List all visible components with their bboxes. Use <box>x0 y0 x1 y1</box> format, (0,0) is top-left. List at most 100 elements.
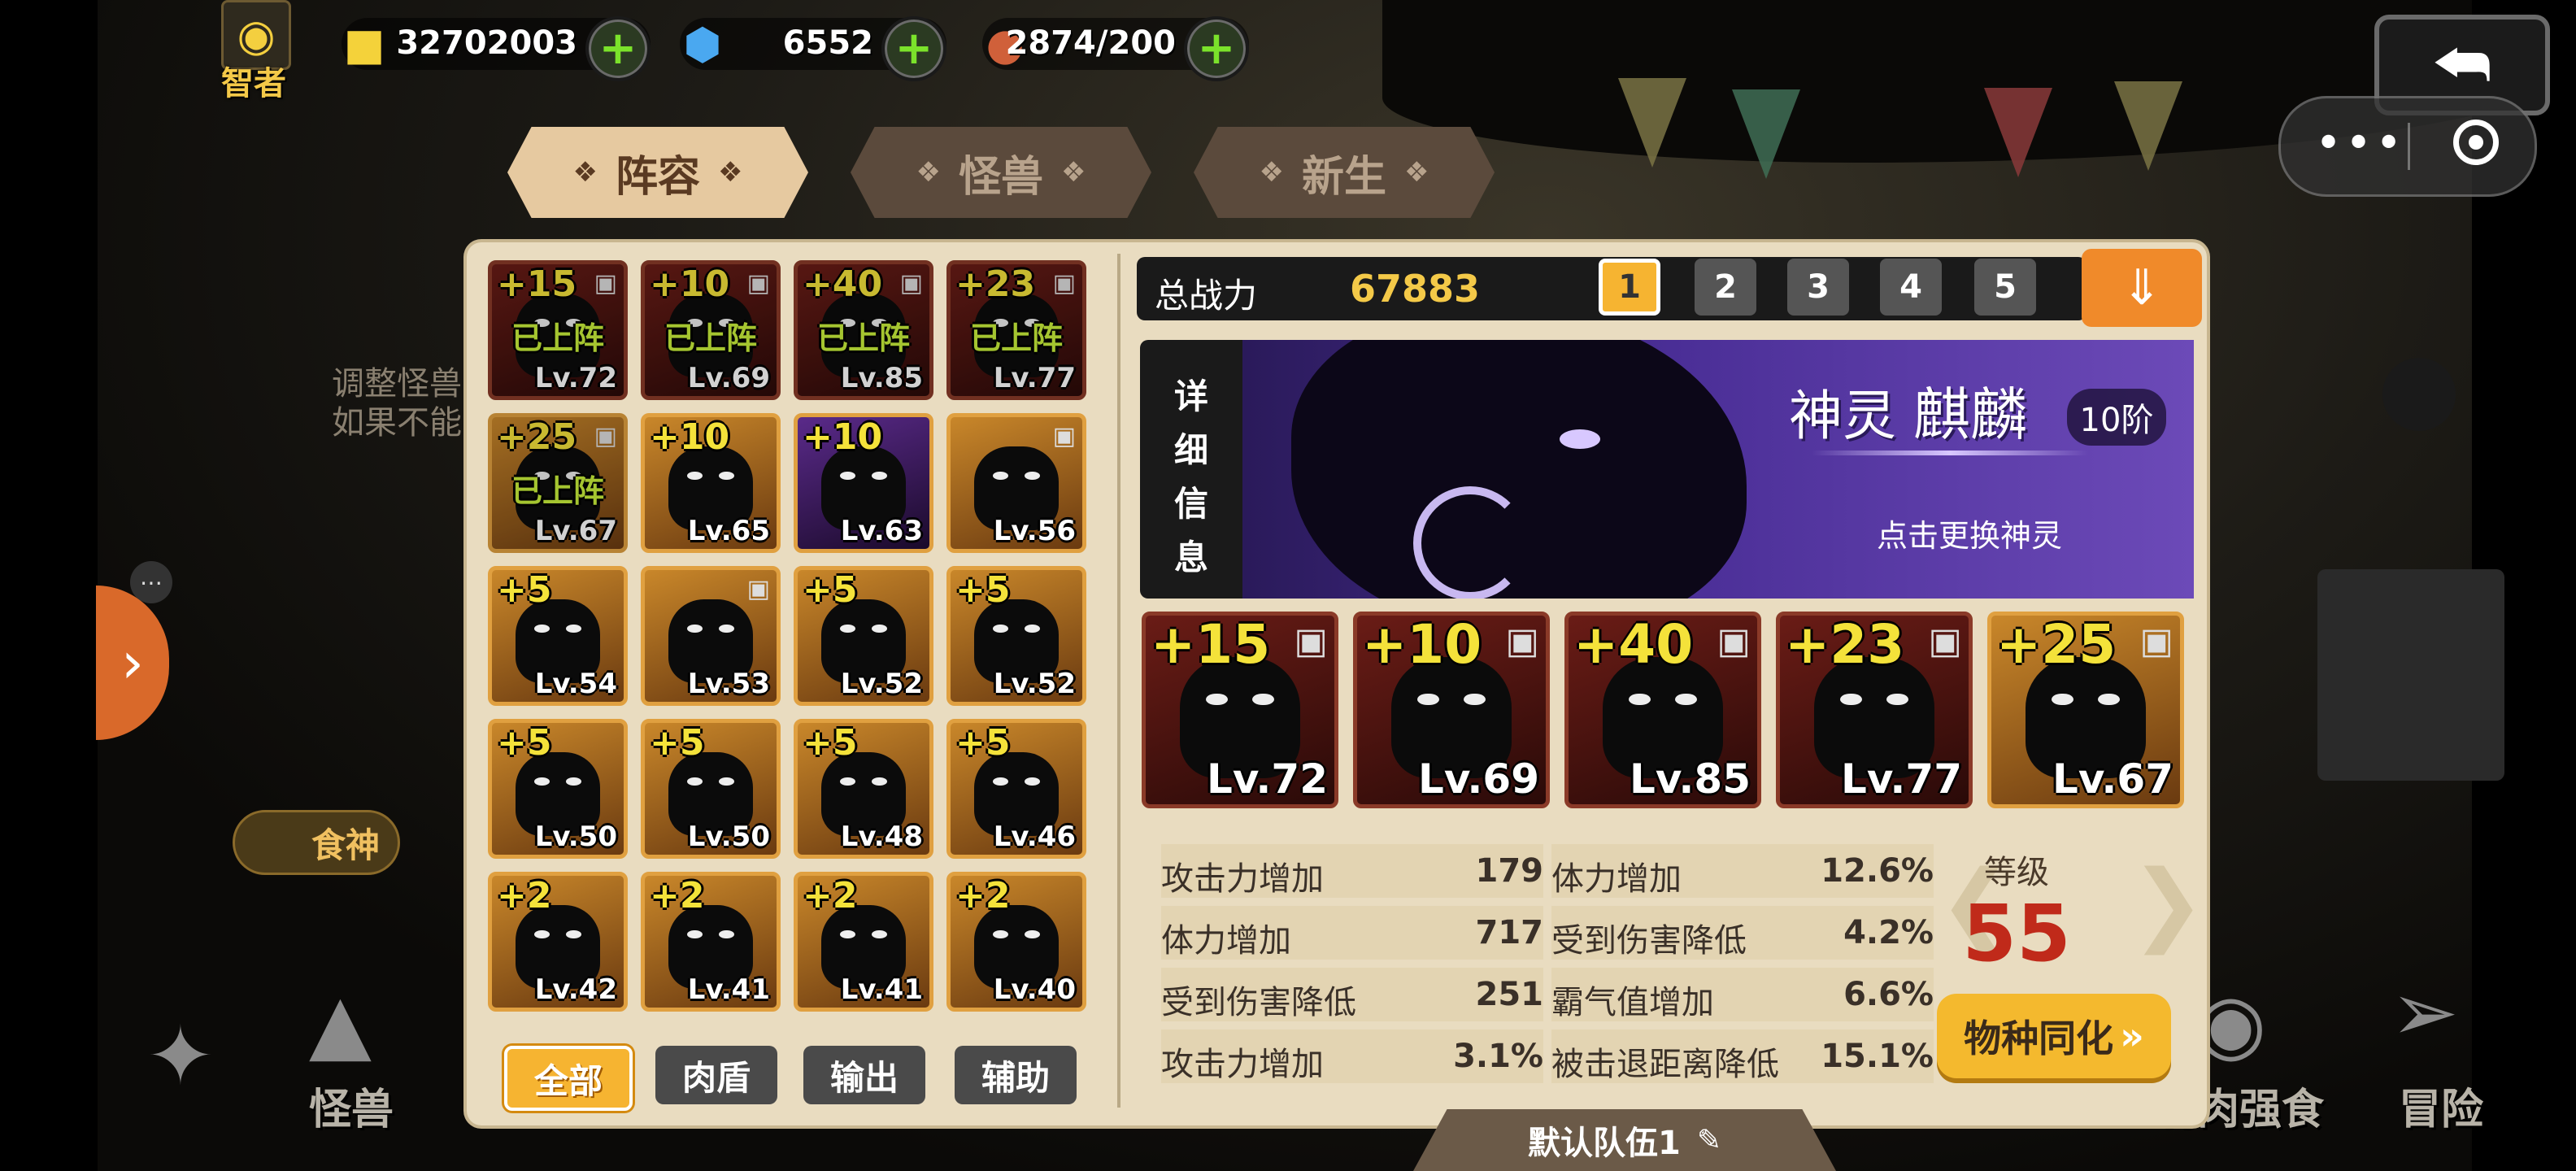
deity-title: 神灵 麒麟 <box>1789 369 2027 451</box>
roster-card[interactable]: ▣ Lv.56 <box>946 413 1086 553</box>
detail-info-tab[interactable]: 详 细 信 息 <box>1140 340 1242 599</box>
tab-lineup[interactable]: ❖ 阵容 ❖ <box>507 127 808 218</box>
total-power-label: 总战力 <box>1155 276 1258 316</box>
add-gold-button[interactable]: + <box>585 16 651 81</box>
filter-tank-button[interactable]: 肉盾 <box>655 1046 777 1104</box>
roster-card[interactable]: +25 ▣ 已上阵 Lv.67 <box>488 413 628 553</box>
roster-card[interactable]: +5 Lv.50 <box>641 719 781 859</box>
monster-level: Lv.56 <box>993 515 1076 547</box>
roster-card[interactable]: +5 Lv.52 <box>946 566 1086 706</box>
bottom-nav-adventure[interactable]: 冒险 <box>2399 1075 2483 1136</box>
roster-card[interactable]: +23 ▣ 已上阵 Lv.77 <box>946 260 1086 400</box>
roster-card[interactable]: +2 Lv.40 <box>946 872 1086 1012</box>
team-name-bar[interactable]: 默认队伍1 ✎ <box>1413 1109 1836 1171</box>
monster-level: Lv.48 <box>840 821 923 853</box>
team-slot-4[interactable]: 4 <box>1880 259 1942 316</box>
enhance-level: +15 <box>497 263 577 305</box>
roster-card[interactable]: +5 Lv.52 <box>794 566 933 706</box>
roster-card[interactable]: +2 Lv.41 <box>794 872 933 1012</box>
roster-card[interactable]: +10 Lv.65 <box>641 413 781 553</box>
enhance-level: +10 <box>803 416 883 458</box>
roster-card[interactable]: +5 Lv.46 <box>946 719 1086 859</box>
capsule-divider <box>2408 123 2410 170</box>
roster-card[interactable]: +10 Lv.63 <box>794 413 933 553</box>
stat-row: 霸气值增加 6.6% <box>1551 968 1934 1021</box>
enhance-level: +10 <box>650 416 730 458</box>
filter-support-button[interactable]: 辅助 <box>955 1046 1077 1104</box>
lineup-card[interactable]: +40 ▣ Lv.85 <box>1564 612 1761 808</box>
stat-row: 攻击力增加 3.1% <box>1161 1030 1543 1083</box>
close-miniapp-icon[interactable] <box>2453 120 2499 165</box>
bunting-flag <box>2114 81 2182 171</box>
tab-rebirth[interactable]: ❖ 新生 ❖ <box>1194 127 1495 218</box>
team-slot-5[interactable]: 5 <box>1974 259 2036 316</box>
lock-icon: ▣ <box>1928 620 1962 662</box>
bunting-flag <box>1732 89 1800 179</box>
roster-card[interactable]: ▣ Lv.53 <box>641 566 781 706</box>
lineup-card[interactable]: +15 ▣ Lv.72 <box>1142 612 1338 808</box>
wise-badge-label: 智者 <box>221 65 286 102</box>
enhance-level: +5 <box>497 722 552 764</box>
stat-value: 12.6% <box>1821 852 1934 890</box>
chat-bubble-icon[interactable]: ⋯ <box>130 561 172 603</box>
roster-card[interactable]: +2 Lv.41 <box>641 872 781 1012</box>
bunting-flag <box>1618 78 1686 168</box>
edit-pencil-icon[interactable]: ✎ <box>1697 1124 1721 1157</box>
monster-level: Lv.41 <box>840 973 923 1006</box>
add-gem-button[interactable]: + <box>881 16 946 81</box>
gift-box <box>2317 569 2504 781</box>
team-slot-2[interactable]: 2 <box>1695 259 1756 316</box>
tab-ornament-icon: ❖ <box>1061 156 1086 189</box>
roster-card[interactable]: +2 Lv.42 <box>488 872 628 1012</box>
food-god-button[interactable]: 食神 <box>233 810 400 875</box>
compass-icon: ➢ <box>2391 964 2459 1060</box>
more-options-icon[interactable]: ••• <box>2315 121 2405 167</box>
add-meat-button[interactable]: + <box>1184 16 1249 81</box>
bottom-nav-monsters[interactable]: 怪兽 <box>309 1075 394 1136</box>
tab-ornament-icon: ❖ <box>1259 156 1284 189</box>
lineup-card[interactable]: +25 ▣ Lv.67 <box>1987 612 2184 808</box>
stat-row: 体力增加 12.6% <box>1551 844 1934 898</box>
cards-download-icon: ⇓ <box>2121 259 2163 316</box>
species-sync-button[interactable]: 物种同化» <box>1937 994 2171 1078</box>
roster-card[interactable]: +10 ▣ 已上阵 Lv.69 <box>641 260 781 400</box>
gold-amount: 32702003 <box>396 24 577 62</box>
roster-card[interactable]: +5 Lv.54 <box>488 566 628 706</box>
detail-tab-char: 信 <box>1173 484 1208 524</box>
meat-amount: 2874/200 <box>1005 24 1176 62</box>
bunting-flag <box>1984 88 2052 177</box>
monster-level: Lv.67 <box>2052 755 2174 803</box>
team-swap-button[interactable]: ⇓ <box>2082 249 2202 327</box>
double-chevron-icon: » <box>2120 1014 2144 1058</box>
stat-name: 受到伤害降低 <box>1161 984 1356 1021</box>
stat-value: 4.2% <box>1843 914 1934 951</box>
roster-card[interactable]: +15 ▣ 已上阵 Lv.72 <box>488 260 628 400</box>
roster-card[interactable]: +40 ▣ 已上阵 Lv.85 <box>794 260 933 400</box>
team-slot-1[interactable]: 1 <box>1599 259 1660 316</box>
lineup-card[interactable]: +23 ▣ Lv.77 <box>1776 612 1973 808</box>
monster-level: Lv.85 <box>840 362 923 394</box>
filter-all-button[interactable]: 全部 <box>504 1046 633 1111</box>
tab-monsters[interactable]: ❖ 怪兽 ❖ <box>851 127 1151 218</box>
enhance-level: +23 <box>955 263 1036 305</box>
deity-rank-badge: 10阶 <box>2067 389 2166 446</box>
monster-level: Lv.46 <box>993 821 1076 853</box>
change-deity-link[interactable]: 点击更换神灵 <box>1877 511 2062 555</box>
stat-name: 体力增加 <box>1551 860 1682 898</box>
deity-banner[interactable]: 神灵 麒麟 10阶 点击更换神灵 <box>1242 340 2194 599</box>
team-slot-3[interactable]: 3 <box>1787 259 1849 316</box>
stat-row: 被击退距离降低 15.1% <box>1551 1030 1934 1083</box>
level-title: 等级 <box>1984 854 2049 891</box>
deity-prefix: 神灵 <box>1789 385 1896 447</box>
background-hint-line: 如果不能 <box>332 404 462 442</box>
enhance-level: +23 <box>1785 613 1905 676</box>
miniapp-capsule: ••• <box>2278 96 2537 197</box>
stat-value: 15.1% <box>1821 1038 1934 1075</box>
roster-card[interactable]: +5 Lv.50 <box>488 719 628 859</box>
enhance-level: +2 <box>650 875 705 916</box>
wise-badge[interactable]: ◉ 智者 <box>208 0 299 106</box>
filter-damage-button[interactable]: 输出 <box>803 1046 925 1104</box>
roster-card[interactable]: +5 Lv.48 <box>794 719 933 859</box>
monster-level: Lv.41 <box>687 973 770 1006</box>
lineup-card[interactable]: +10 ▣ Lv.69 <box>1353 612 1550 808</box>
